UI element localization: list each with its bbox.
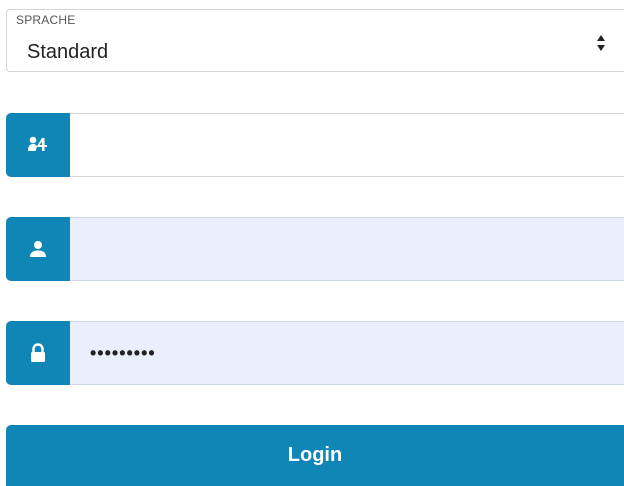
password-addon [6,321,70,385]
username-input[interactable] [70,217,624,281]
username-addon [6,217,70,281]
user-icon [30,241,46,257]
password-group: ••••••••• [6,321,624,385]
login-form: SPRACHE Standard ••••••••• Login [0,0,624,486]
lock-icon [31,343,45,362]
username-group [6,217,624,281]
language-label: SPRACHE [16,13,76,27]
sort-arrows-icon [597,35,605,51]
password-input[interactable]: ••••••••• [70,321,624,385]
organization-group [6,113,624,177]
organization-addon [6,113,70,177]
organization-icon [28,136,47,151]
language-select[interactable]: SPRACHE Standard [6,9,624,72]
login-button[interactable]: Login [6,425,624,486]
organization-input[interactable] [70,113,624,177]
language-selected-value: Standard [27,41,109,63]
password-value: ••••••••• [90,342,156,363]
